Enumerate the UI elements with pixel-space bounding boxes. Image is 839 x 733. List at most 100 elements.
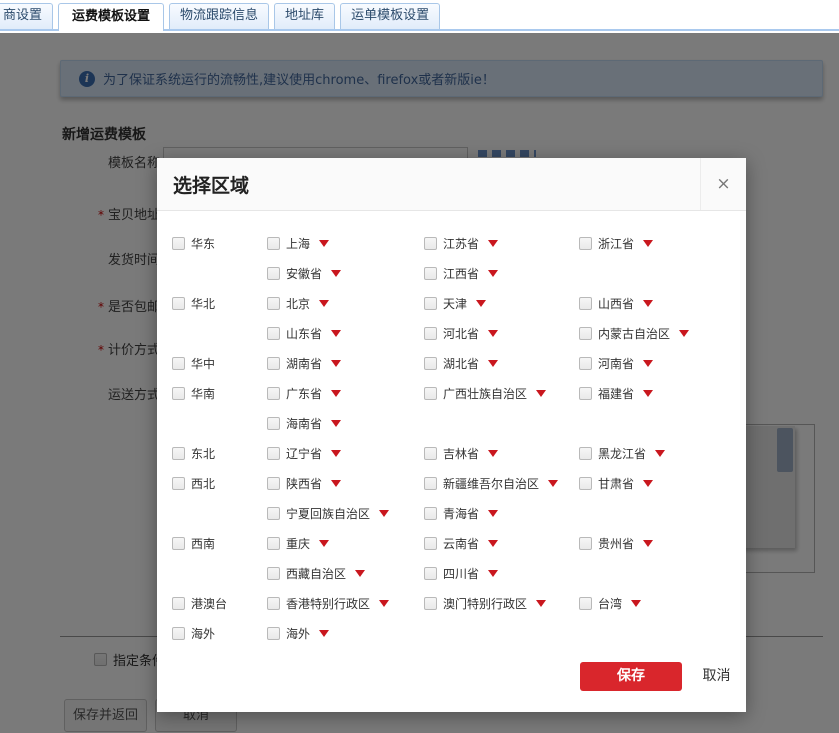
province-label[interactable]: 河南省 <box>598 355 634 372</box>
province-checkbox[interactable] <box>267 417 280 430</box>
province-checkbox[interactable] <box>424 567 437 580</box>
expand-cities-triangle-icon[interactable] <box>488 570 498 577</box>
expand-cities-triangle-icon[interactable] <box>643 300 653 307</box>
close-icon[interactable]: × <box>700 158 746 210</box>
province-label[interactable]: 浙江省 <box>598 235 634 252</box>
region-label[interactable]: 西南 <box>191 535 215 552</box>
expand-cities-triangle-icon[interactable] <box>355 570 365 577</box>
province-checkbox[interactable] <box>267 237 280 250</box>
region-label[interactable]: 海外 <box>191 625 215 642</box>
province-checkbox[interactable] <box>579 447 592 460</box>
province-label[interactable]: 四川省 <box>443 565 479 582</box>
province-label[interactable]: 青海省 <box>443 505 479 522</box>
expand-cities-triangle-icon[interactable] <box>631 600 641 607</box>
region-label[interactable]: 华东 <box>191 235 215 252</box>
province-label[interactable]: 云南省 <box>443 535 479 552</box>
province-label[interactable]: 北京 <box>286 295 310 312</box>
region-checkbox[interactable] <box>172 477 185 490</box>
region-label[interactable]: 华北 <box>191 295 215 312</box>
expand-cities-triangle-icon[interactable] <box>643 240 653 247</box>
province-label[interactable]: 澳门特别行政区 <box>443 595 527 612</box>
province-checkbox[interactable] <box>424 267 437 280</box>
province-checkbox[interactable] <box>267 477 280 490</box>
expand-cities-triangle-icon[interactable] <box>488 240 498 247</box>
modal-cancel-button[interactable]: 取消 <box>694 662 739 691</box>
province-checkbox[interactable] <box>424 357 437 370</box>
region-checkbox[interactable] <box>172 387 185 400</box>
province-checkbox[interactable] <box>267 627 280 640</box>
province-label[interactable]: 安徽省 <box>286 265 322 282</box>
region-checkbox[interactable] <box>172 447 185 460</box>
province-checkbox[interactable] <box>579 237 592 250</box>
province-label[interactable]: 江苏省 <box>443 235 479 252</box>
region-checkbox[interactable] <box>172 297 185 310</box>
expand-cities-triangle-icon[interactable] <box>488 510 498 517</box>
province-label[interactable]: 内蒙古自治区 <box>598 325 670 342</box>
province-label[interactable]: 山东省 <box>286 325 322 342</box>
expand-cities-triangle-icon[interactable] <box>536 390 546 397</box>
province-checkbox[interactable] <box>267 357 280 370</box>
expand-cities-triangle-icon[interactable] <box>488 360 498 367</box>
expand-cities-triangle-icon[interactable] <box>476 300 486 307</box>
province-checkbox[interactable] <box>424 327 437 340</box>
province-checkbox[interactable] <box>579 357 592 370</box>
province-label[interactable]: 山西省 <box>598 295 634 312</box>
expand-cities-triangle-icon[interactable] <box>679 330 689 337</box>
province-checkbox[interactable] <box>424 477 437 490</box>
expand-cities-triangle-icon[interactable] <box>488 270 498 277</box>
province-label[interactable]: 广西壮族自治区 <box>443 385 527 402</box>
region-label[interactable]: 西北 <box>191 475 215 492</box>
expand-cities-triangle-icon[interactable] <box>548 480 558 487</box>
region-checkbox[interactable] <box>172 597 185 610</box>
region-label[interactable]: 东北 <box>191 445 215 462</box>
province-label[interactable]: 江西省 <box>443 265 479 282</box>
province-checkbox[interactable] <box>579 477 592 490</box>
expand-cities-triangle-icon[interactable] <box>379 600 389 607</box>
province-label[interactable]: 黑龙江省 <box>598 445 646 462</box>
province-label[interactable]: 香港特别行政区 <box>286 595 370 612</box>
province-label[interactable]: 西藏自治区 <box>286 565 346 582</box>
expand-cities-triangle-icon[interactable] <box>319 300 329 307</box>
province-checkbox[interactable] <box>267 387 280 400</box>
province-checkbox[interactable] <box>267 567 280 580</box>
province-label[interactable]: 湖北省 <box>443 355 479 372</box>
tab-provider-settings[interactable]: 商设置 <box>0 3 53 29</box>
expand-cities-triangle-icon[interactable] <box>643 480 653 487</box>
region-checkbox[interactable] <box>172 627 185 640</box>
expand-cities-triangle-icon[interactable] <box>331 330 341 337</box>
province-label[interactable]: 海外 <box>286 625 310 642</box>
province-checkbox[interactable] <box>267 327 280 340</box>
expand-cities-triangle-icon[interactable] <box>536 600 546 607</box>
province-checkbox[interactable] <box>424 387 437 400</box>
tab-waybill-template-settings[interactable]: 运单模板设置 <box>340 3 440 29</box>
region-label[interactable]: 华南 <box>191 385 215 402</box>
province-checkbox[interactable] <box>579 537 592 550</box>
province-checkbox[interactable] <box>579 327 592 340</box>
province-checkbox[interactable] <box>579 597 592 610</box>
province-label[interactable]: 新疆维吾尔自治区 <box>443 475 539 492</box>
province-label[interactable]: 宁夏回族自治区 <box>286 505 370 522</box>
region-checkbox[interactable] <box>172 537 185 550</box>
region-label[interactable]: 华中 <box>191 355 215 372</box>
tab-address-library[interactable]: 地址库 <box>274 3 335 29</box>
province-label[interactable]: 福建省 <box>598 385 634 402</box>
province-checkbox[interactable] <box>579 387 592 400</box>
province-checkbox[interactable] <box>267 507 280 520</box>
expand-cities-triangle-icon[interactable] <box>331 450 341 457</box>
province-label[interactable]: 辽宁省 <box>286 445 322 462</box>
region-label[interactable]: 港澳台 <box>191 595 227 612</box>
province-checkbox[interactable] <box>267 537 280 550</box>
province-checkbox[interactable] <box>424 507 437 520</box>
expand-cities-triangle-icon[interactable] <box>331 270 341 277</box>
expand-cities-triangle-icon[interactable] <box>319 240 329 247</box>
province-label[interactable]: 广东省 <box>286 385 322 402</box>
province-checkbox[interactable] <box>267 267 280 280</box>
province-label[interactable]: 上海 <box>286 235 310 252</box>
province-checkbox[interactable] <box>424 447 437 460</box>
expand-cities-triangle-icon[interactable] <box>643 360 653 367</box>
expand-cities-triangle-icon[interactable] <box>643 540 653 547</box>
province-label[interactable]: 湖南省 <box>286 355 322 372</box>
province-checkbox[interactable] <box>267 597 280 610</box>
expand-cities-triangle-icon[interactable] <box>331 480 341 487</box>
region-checkbox[interactable] <box>172 357 185 370</box>
